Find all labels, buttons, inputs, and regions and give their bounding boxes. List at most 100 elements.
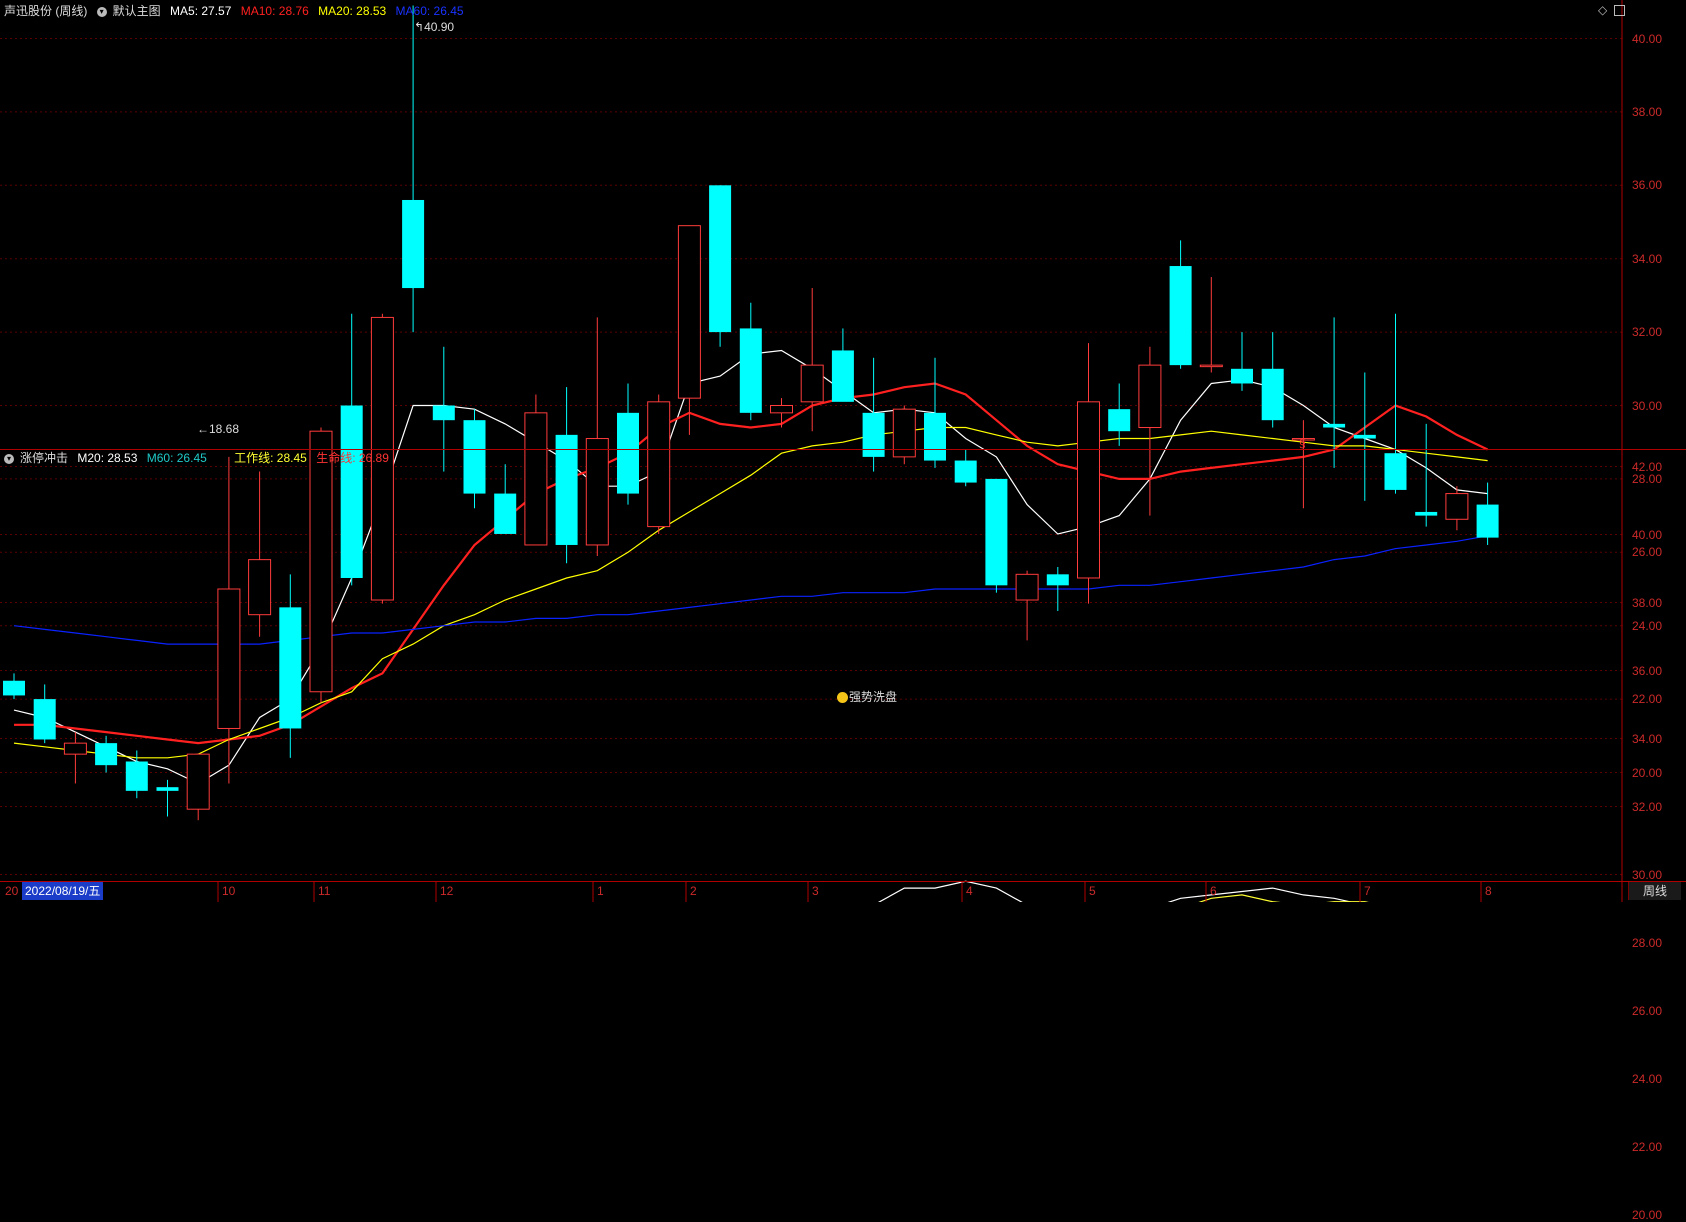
indicator-name[interactable]: 涨停冲击 — [20, 451, 68, 465]
sub-chart-header: ▾ 涨停冲击 M20: 28.53 M60: 26.45 工作线: 28.45 生… — [4, 449, 395, 467]
x-tick-label: 4 — [966, 884, 973, 898]
x-tick-label: 2 — [690, 884, 697, 898]
candle — [1138, 364, 1162, 429]
candle — [555, 434, 578, 545]
x-tick-label: 5 — [1089, 884, 1096, 898]
candle — [1046, 574, 1069, 586]
chevron-down-icon[interactable]: ▾ — [4, 453, 14, 464]
candle — [709, 185, 732, 333]
candle — [1415, 511, 1438, 516]
y-tick-label: 38.00 — [1632, 595, 1663, 610]
y-tick-label: 42.00 — [1632, 459, 1663, 474]
y-tick-label: 24.00 — [1632, 1071, 1663, 1086]
x-tick-label: 6 — [1210, 884, 1217, 898]
stock-title[interactable]: 声迅股份 (周线) — [4, 4, 87, 18]
candle — [1199, 364, 1223, 368]
y-tick-label: 36.00 — [1632, 663, 1663, 678]
candle — [1353, 434, 1376, 439]
main-chart-name[interactable]: 默认主图 — [113, 4, 161, 18]
year-prefix: 20 — [5, 884, 19, 898]
signal-annotation: 强势洗盘 — [837, 688, 897, 705]
candle — [432, 405, 455, 421]
high-price-annotation: ↰40.90 — [414, 20, 455, 34]
candle — [1015, 573, 1039, 601]
candle — [156, 787, 179, 791]
candle — [677, 225, 701, 399]
y-tick-label: 40.00 — [1632, 527, 1663, 542]
candle — [1169, 266, 1192, 366]
x-tick-label: 8 — [1485, 884, 1492, 898]
y-tick-label: 20.00 — [1632, 765, 1663, 780]
y-tick-label: 32.00 — [1632, 799, 1663, 814]
candle — [831, 350, 854, 402]
ma5-label: MA5: 27.57 — [170, 4, 232, 18]
chevron-down-icon[interactable]: ▾ — [96, 6, 107, 17]
candle — [739, 328, 762, 413]
y-tick-label: 30.00 — [1632, 867, 1663, 882]
ma20-label: MA20: 28.53 — [318, 4, 387, 18]
y-tick-label: 26.00 — [1632, 1003, 1663, 1018]
marker-annotation: § — [1299, 436, 1306, 450]
x-tick-label: 12 — [440, 884, 454, 898]
low-price-annotation: ←18.68 — [197, 422, 240, 436]
candle — [1108, 409, 1131, 432]
y-tick-label: 36.00 — [1632, 178, 1663, 193]
work-line-label: 工作线: 28.45 — [234, 451, 307, 465]
life-line-label: 生命线: 26.89 — [316, 451, 389, 465]
x-tick-label: 7 — [1364, 884, 1371, 898]
candle — [3, 680, 25, 696]
candle — [494, 493, 517, 534]
x-tick-label: 3 — [812, 884, 819, 898]
main-chart-header: 声迅股份 (周线) ▾ 默认主图 MA5: 27.57 MA10: 28.76 M… — [4, 2, 470, 20]
candle — [800, 364, 824, 403]
candle — [524, 412, 548, 546]
y-tick-label: 30.00 — [1632, 398, 1663, 413]
candle — [402, 199, 425, 289]
y-tick-label: 22.00 — [1632, 692, 1663, 707]
candle — [1077, 401, 1100, 579]
candle — [125, 761, 148, 791]
candle — [585, 438, 609, 546]
ma60-label: MA60: 26.45 — [395, 4, 464, 18]
y-tick-label: 26.00 — [1632, 545, 1663, 560]
y-tick-label: 22.00 — [1632, 1139, 1663, 1154]
candle — [217, 588, 241, 729]
candle — [1261, 368, 1284, 421]
expand-icon[interactable] — [1614, 5, 1625, 16]
candle — [463, 420, 486, 494]
x-tick-label: 1 — [597, 884, 604, 898]
candle — [1323, 423, 1346, 428]
y-tick-label: 28.00 — [1632, 471, 1663, 486]
smiley-icon — [837, 692, 848, 704]
y-tick-label: 20.00 — [1632, 1207, 1663, 1222]
x-tick-label: 11 — [318, 884, 331, 898]
candle — [1384, 453, 1407, 490]
candle — [309, 430, 333, 693]
period-tab-weekly[interactable]: 周线 — [1628, 882, 1681, 900]
candle — [1476, 504, 1499, 538]
candle — [95, 743, 118, 766]
candle — [770, 405, 793, 414]
candle — [63, 742, 87, 755]
diamond-icon[interactable]: ◇ — [1598, 3, 1607, 17]
y-tick-label: 34.00 — [1632, 251, 1663, 266]
candle — [617, 412, 639, 494]
y-tick-label: 34.00 — [1632, 731, 1663, 746]
candle — [647, 401, 671, 528]
crosshair-date: 2022/08/19/五 — [22, 882, 104, 900]
candle — [248, 559, 272, 616]
candle — [279, 607, 302, 729]
candle — [862, 412, 885, 457]
m60-label: M60: 26.45 — [146, 451, 207, 465]
ma10-label: MA10: 28.76 — [240, 4, 309, 18]
candle — [186, 753, 210, 810]
candle — [985, 478, 1008, 586]
y-tick-label: 28.00 — [1632, 935, 1663, 950]
candle — [33, 699, 56, 740]
m20-label: M20: 28.53 — [77, 451, 138, 465]
y-tick-label: 38.00 — [1632, 104, 1663, 119]
candle — [340, 405, 363, 578]
y-tick-label: 24.00 — [1632, 618, 1663, 633]
y-tick-label: 32.00 — [1632, 325, 1663, 340]
x-tick-label: 10 — [222, 884, 236, 898]
